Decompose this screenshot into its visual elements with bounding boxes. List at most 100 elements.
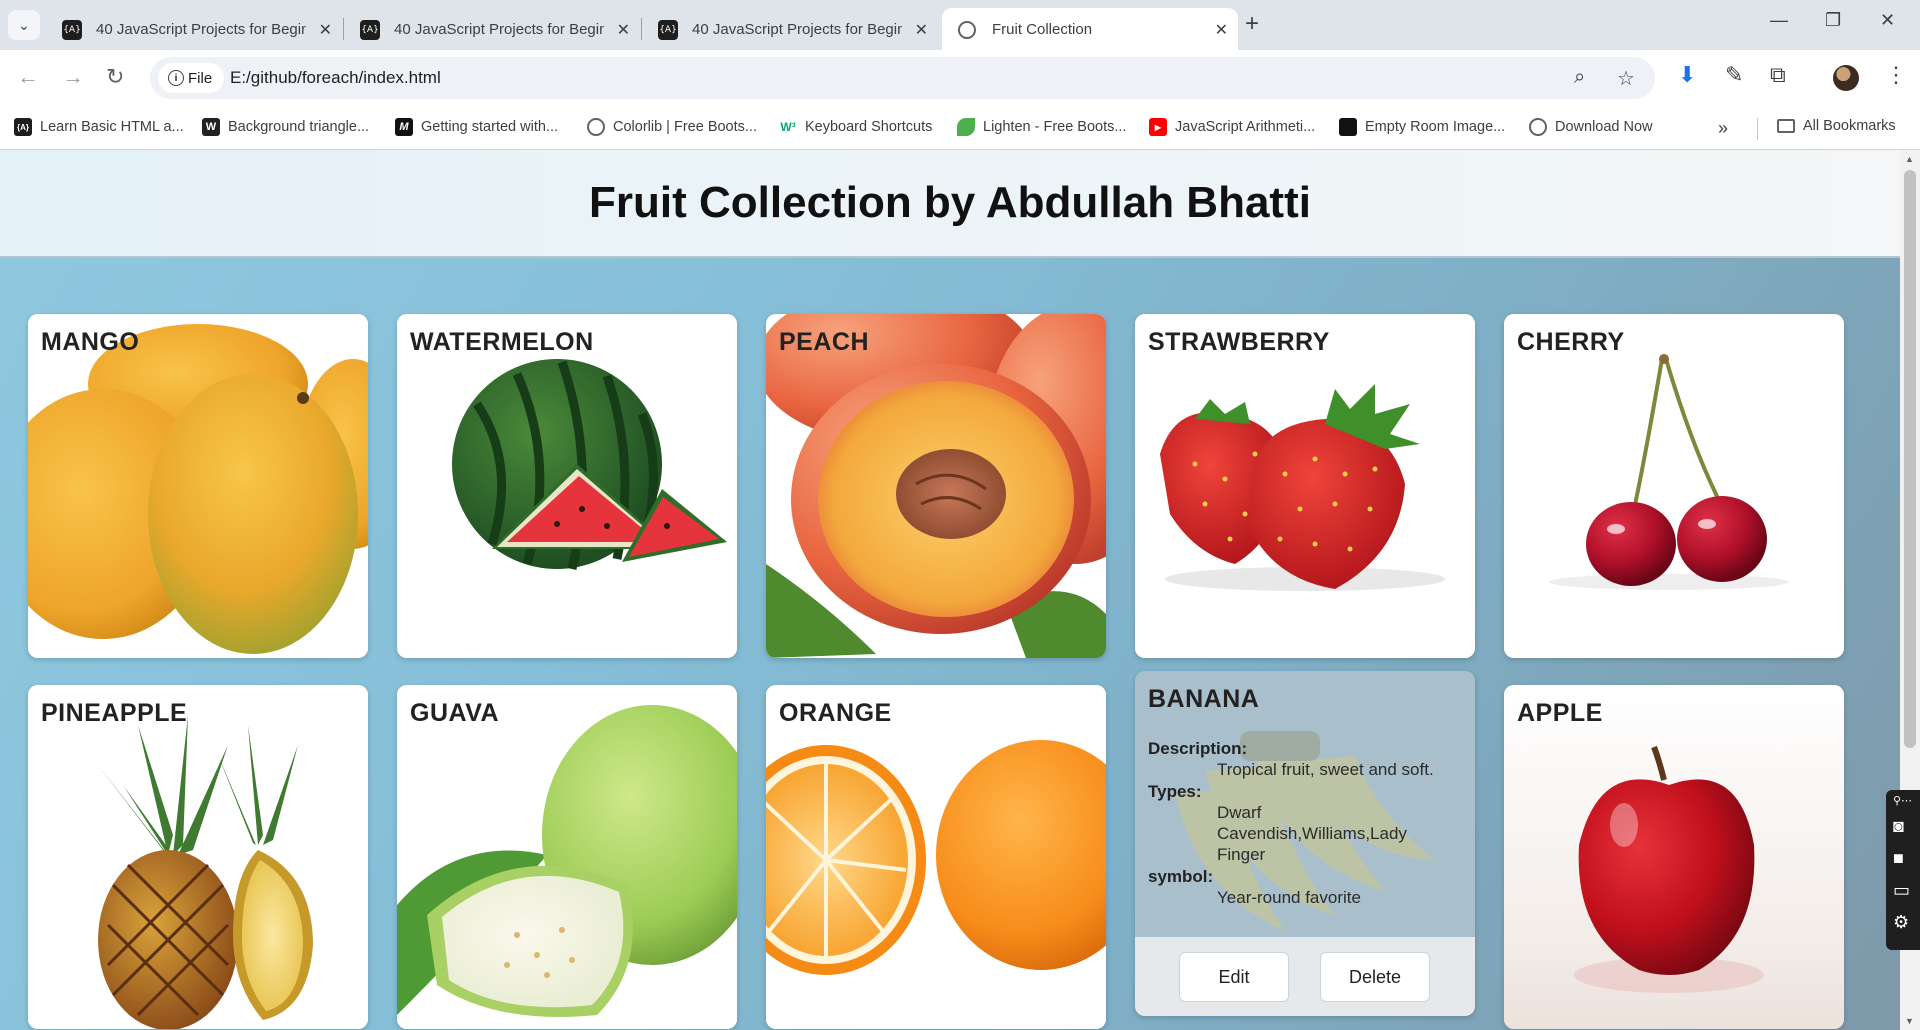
zoom-icon[interactable]: ⌕ xyxy=(1574,66,1585,89)
forward-icon[interactable]: → xyxy=(62,66,84,88)
bookmark-label: Download Now xyxy=(1555,119,1653,135)
minimize-icon[interactable]: — xyxy=(1770,10,1788,31)
bookmark-item[interactable]: W Background triangle... xyxy=(202,118,369,136)
tab-search-button[interactable]: ⌄ xyxy=(8,10,40,40)
fruit-card-guava[interactable]: GUAVA xyxy=(397,685,737,1029)
fruit-card-watermelon[interactable]: WATERMELON xyxy=(397,314,737,658)
bookmark-label: Colorlib | Free Boots... xyxy=(613,119,757,135)
kebab-menu-icon[interactable]: ⋮ xyxy=(1885,64,1907,86)
fruit-card-strawberry[interactable]: STRAWBERRY xyxy=(1135,314,1475,658)
edit-button[interactable]: Edit xyxy=(1179,952,1289,1002)
tab-1[interactable]: {A} 40 JavaScript Projects for Beginners… xyxy=(46,8,342,50)
guava-image xyxy=(397,685,737,1029)
description-value: Tropical fruit, sweet and soft. xyxy=(1217,760,1434,779)
fruit-name: GUAVA xyxy=(410,699,500,727)
url-text[interactable]: E:/github/foreach/index.html xyxy=(230,68,441,88)
camera-icon[interactable]: ◙ xyxy=(1893,816,1904,837)
bookmark-item[interactable]: Empty Room Image... xyxy=(1339,118,1505,136)
bookmarks-bar: {A} Learn Basic HTML a... W Background tri… xyxy=(0,106,1920,150)
fruit-card-apple[interactable]: APPLE xyxy=(1504,685,1844,1029)
settings-icon[interactable]: ⚙ xyxy=(1893,912,1909,933)
fruit-card-pineapple[interactable]: PINEAPPLE xyxy=(28,685,368,1029)
fruit-name: PINEAPPLE xyxy=(41,699,188,727)
window-close-icon[interactable]: ✕ xyxy=(1880,10,1895,31)
scroll-thumb[interactable] xyxy=(1904,170,1916,748)
fruit-name: APPLE xyxy=(1517,699,1603,727)
capture-toolbar: ⚲⋯ ◙ ■ ▭ ⚙ xyxy=(1886,790,1920,950)
tab-3[interactable]: {A} 40 JavaScript Projects for Beginners… xyxy=(642,8,938,50)
bookmark-item[interactable]: Colorlib | Free Boots... xyxy=(587,118,757,136)
star-icon[interactable]: ☆ xyxy=(1617,66,1635,91)
bookmark-label: Learn Basic HTML a... xyxy=(40,119,184,135)
tab-title: 40 JavaScript Projects for Beginners xyxy=(692,20,902,38)
link-icon[interactable]: ⚲⋯ xyxy=(1893,794,1912,807)
reload-icon[interactable]: ↻ xyxy=(106,66,124,88)
types-value: Dwarf Cavendish,Williams,Lady Finger xyxy=(1217,803,1407,864)
fruit-card-mango[interactable]: MANGO xyxy=(28,314,368,658)
fruit-card-cherry[interactable]: CHERRY xyxy=(1504,314,1844,658)
bookmark-item[interactable]: W³ Keyboard Shortcuts xyxy=(779,118,932,136)
fruit-name: MANGO xyxy=(41,328,140,356)
fruit-card-orange[interactable]: ORANGE xyxy=(766,685,1106,1029)
watermelon-image xyxy=(397,314,737,658)
info-icon: i xyxy=(168,70,184,86)
all-bookmarks-button[interactable]: All Bookmarks xyxy=(1777,118,1896,134)
pineapple-image xyxy=(28,685,368,1029)
fruit-name: BANANA xyxy=(1148,685,1260,713)
codecademy-icon: {A} xyxy=(62,20,82,40)
close-icon[interactable]: ✕ xyxy=(1215,20,1228,40)
fruit-name: CHERRY xyxy=(1517,328,1625,356)
folder-icon xyxy=(1777,119,1795,133)
bookmark-item[interactable]: {A} Learn Basic HTML a... xyxy=(14,118,184,136)
bookmark-item[interactable]: ▶ JavaScript Arithmeti... xyxy=(1149,118,1315,136)
orange-image xyxy=(766,685,1106,1029)
bookmark-item[interactable]: Download Now xyxy=(1529,118,1653,136)
new-tab-button[interactable]: + xyxy=(1245,12,1259,36)
site-info-chip[interactable]: i File xyxy=(158,63,225,93)
address-bar[interactable]: i File E:/github/foreach/index.html ⌕ ☆ xyxy=(150,57,1655,99)
avatar[interactable] xyxy=(1833,65,1859,91)
bookmark-label: Keyboard Shortcuts xyxy=(805,119,933,135)
more-bookmarks-icon[interactable]: » xyxy=(1718,118,1728,139)
bookmark-label: Empty Room Image... xyxy=(1365,119,1506,135)
video-icon[interactable]: ■ xyxy=(1893,848,1904,869)
bookmark-item[interactable]: Lighten - Free Boots... xyxy=(957,118,1126,136)
restore-icon[interactable]: ❐ xyxy=(1825,10,1841,31)
close-icon[interactable]: ✕ xyxy=(319,20,332,40)
tab-2[interactable]: {A} 40 JavaScript Projects for Beginners… xyxy=(344,8,640,50)
globe-icon xyxy=(587,118,605,136)
strawberry-image xyxy=(1135,314,1475,658)
bookmark-label: Getting started with... xyxy=(421,119,559,135)
mango-image xyxy=(28,314,368,658)
card-actions: Edit Delete xyxy=(1135,937,1475,1016)
back-icon[interactable]: ← xyxy=(17,66,39,88)
download-icon[interactable]: ⬇ xyxy=(1678,64,1696,86)
bookmark-label: Lighten - Free Boots... xyxy=(983,119,1127,135)
chevron-down-icon: ⌄ xyxy=(18,16,30,33)
fruit-name: ORANGE xyxy=(779,699,892,727)
page-title: Fruit Collection by Abdullah Bhatti xyxy=(589,178,1311,227)
close-icon[interactable]: ✕ xyxy=(915,20,928,40)
scroll-up-icon[interactable]: ▲ xyxy=(1905,154,1914,164)
peach-image xyxy=(766,314,1106,658)
fruit-name: PEACH xyxy=(779,328,870,356)
site-chip-label: File xyxy=(188,69,213,87)
description-label: Description: xyxy=(1148,739,1248,758)
fruit-card-banana[interactable]: BANANA Description: Tropical fruit, swee… xyxy=(1135,671,1475,1016)
window-icon[interactable]: ▭ xyxy=(1893,880,1910,901)
scroll-down-icon[interactable]: ▼ xyxy=(1905,1016,1914,1026)
types-label: Types: xyxy=(1148,782,1202,801)
apple-image xyxy=(1504,685,1844,1029)
leaf-icon xyxy=(957,118,975,136)
fruit-card-peach[interactable]: PEACH xyxy=(766,314,1106,658)
bookmark-item[interactable]: M Getting started with... xyxy=(395,118,558,136)
extensions-icon[interactable]: ⧉ xyxy=(1770,64,1786,86)
codecademy-icon: {A} xyxy=(658,20,678,40)
eyedropper-icon[interactable]: ✎ xyxy=(1725,64,1743,86)
bookmark-label: JavaScript Arithmeti... xyxy=(1175,119,1316,135)
tab-fruit-collection[interactable]: Fruit Collection ✕ xyxy=(942,8,1238,50)
page-viewport: Fruit Collection by Abdullah Bhatti MANG… xyxy=(0,150,1900,1030)
close-icon[interactable]: ✕ xyxy=(617,20,630,40)
delete-button[interactable]: Delete xyxy=(1320,952,1430,1002)
tab-strip: ⌄ {A} 40 JavaScript Projects for Beginne… xyxy=(0,0,1920,50)
